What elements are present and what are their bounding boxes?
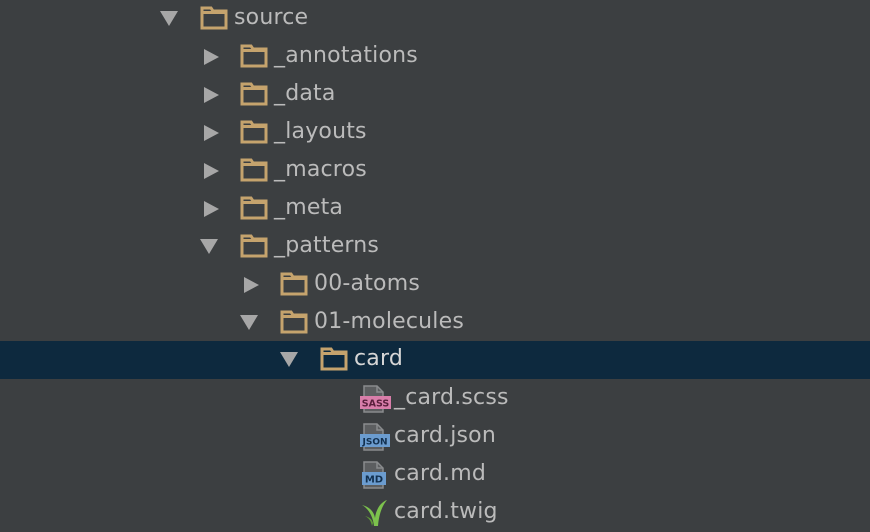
tree-item-label: _macros (274, 157, 367, 182)
folder-icon (240, 43, 268, 69)
tree-row-01-molecules[interactable]: 01-molecules (0, 304, 870, 342)
tree-row-meta[interactable]: _meta (0, 190, 870, 228)
collapsed-arrow-icon[interactable] (202, 49, 220, 65)
tree-row-data[interactable]: _data (0, 76, 870, 114)
json-file-icon: JSON (360, 423, 392, 451)
expanded-arrow-icon[interactable] (160, 11, 178, 27)
tree-item-label: _card.scss (394, 385, 509, 410)
expanded-arrow-icon[interactable] (240, 315, 258, 331)
tree-item-label: _data (274, 81, 336, 106)
tree-row-patterns[interactable]: _patterns (0, 228, 870, 266)
folder-icon (240, 195, 268, 221)
tree-item-label: card.md (394, 461, 486, 486)
folder-icon (240, 157, 268, 183)
expanded-arrow-icon[interactable] (200, 239, 218, 255)
folder-icon (240, 233, 268, 259)
expanded-arrow-icon[interactable] (280, 352, 298, 368)
tree-item-label: card (354, 346, 404, 371)
tree-item-label: card.json (394, 423, 496, 448)
tree-row-card-json[interactable]: JSON card.json (0, 418, 870, 456)
tree-item-label: _annotations (274, 43, 418, 68)
tree-row-card-twig[interactable]: card.twig (0, 494, 870, 532)
tree-item-label: _patterns (274, 233, 380, 258)
tree-row-layouts[interactable]: _layouts (0, 114, 870, 152)
svg-text:JSON: JSON (361, 438, 387, 448)
folder-icon (280, 309, 308, 335)
tree-item-label: _layouts (274, 119, 367, 144)
folder-icon (240, 119, 268, 145)
tree-item-label: source (234, 5, 309, 30)
folder-icon (240, 81, 268, 107)
collapsed-arrow-icon[interactable] (242, 277, 260, 293)
collapsed-arrow-icon[interactable] (202, 125, 220, 141)
tree-row-card-md[interactable]: MD card.md (0, 456, 870, 494)
collapsed-arrow-icon[interactable] (202, 87, 220, 103)
collapsed-arrow-icon[interactable] (202, 201, 220, 217)
tree-row-annotations[interactable]: _annotations (0, 38, 870, 76)
markdown-file-icon: MD (360, 461, 392, 489)
tree-row-card[interactable]: card (0, 341, 870, 379)
svg-text:SASS: SASS (362, 399, 390, 410)
folder-icon (280, 271, 308, 297)
folder-icon (200, 5, 228, 31)
collapsed-arrow-icon[interactable] (202, 163, 220, 179)
tree-item-label: card.twig (394, 499, 498, 524)
tree-row-source[interactable]: source (0, 0, 870, 38)
tree-row-00-atoms[interactable]: 00-atoms (0, 266, 870, 304)
folder-icon (320, 346, 348, 372)
tree-row-card-scss[interactable]: SASS _card.scss (0, 380, 870, 418)
twig-file-icon (360, 499, 390, 526)
tree-item-label: 00-atoms (314, 271, 420, 296)
sass-file-icon: SASS (360, 385, 392, 413)
tree-item-label: _meta (274, 195, 344, 220)
project-file-tree: source _annotations _data _layouts _macr… (0, 0, 870, 532)
svg-text:MD: MD (365, 475, 383, 486)
tree-item-label: 01-molecules (314, 309, 465, 334)
tree-row-macros[interactable]: _macros (0, 152, 870, 190)
